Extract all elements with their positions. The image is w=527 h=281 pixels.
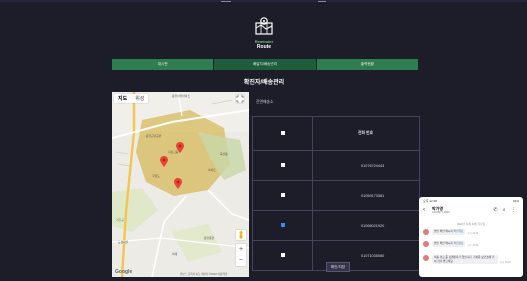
zoom-in-button[interactable]: + [236, 244, 246, 255]
tab-output[interactable]: 출력현황 [316, 59, 418, 70]
select-cell [252, 150, 313, 181]
contact-number: 010-8577-4020 [432, 211, 450, 214]
select-cell [252, 240, 313, 271]
map-label: 도성마을 [118, 240, 129, 244]
top-marker [318, 1, 326, 2]
map-label: 뫼재 [172, 252, 178, 256]
row-checkbox[interactable] [280, 163, 285, 167]
phone-screenshot: 오후 12:48 94% ‹ 박가영 010-8577-4020 ✆ ⌕ ⋮ 2… [419, 197, 523, 277]
table-row: 01059173381 [252, 180, 420, 211]
fullscreen-button[interactable] [236, 95, 244, 103]
map-label: 국향도 [152, 174, 160, 178]
chat-message: 범인 확인 메시지 확인완료 오후 12:43 [423, 229, 478, 235]
map-icon [253, 15, 275, 37]
logo[interactable]: Reminder Route [251, 15, 277, 53]
save-button[interactable]: 확인/저장 [326, 262, 350, 272]
avatar [423, 241, 429, 247]
map-type-tabs: 지도 위성 [114, 94, 149, 103]
main-nav: 대시판 배달지/배송관리 출력현황 [112, 59, 418, 70]
map-marker-icon[interactable] [160, 156, 168, 167]
message-text: 범인 확인 메시지 [434, 230, 454, 233]
phone-chat-header: ‹ 박가영 010-8577-4020 ✆ ⌕ ⋮ [423, 206, 519, 217]
fullscreen-icon [236, 95, 244, 103]
row-checkbox[interactable] [280, 193, 285, 197]
row-checkbox-checked[interactable] [280, 223, 285, 227]
message-link[interactable]: 확인완료 [454, 242, 464, 245]
table-row: 01076724443 [252, 150, 420, 181]
map-panel[interactable]: 용인마을아파트 지정고등 용인근린공원 국향도 아파트 죽전동 기흥구 도성마을… [112, 92, 249, 277]
header-select-cell [252, 116, 313, 151]
message-link[interactable]: 확인완료 [454, 230, 464, 233]
map-marker-icon[interactable] [176, 142, 184, 153]
phone-cell: 01059173381 [312, 180, 420, 211]
message-bubble: 범인 확인 메시지 확인완료 [432, 241, 466, 247]
content-panel: 진면배송소 전화 번호 01076724443 01059173381 0106… [252, 92, 420, 277]
map-label: 아파트 [208, 168, 216, 172]
map-label: 죽전동 [220, 152, 228, 156]
header-phone: 전화 번호 [312, 116, 420, 151]
select-cell [252, 180, 313, 211]
top-marker [221, 1, 231, 2]
map-tab-map[interactable]: 지도 [114, 94, 131, 103]
call-search-menu-icons[interactable]: ✆ ⌕ ⋮ [493, 207, 518, 213]
table-row: 01066021920 [252, 210, 420, 241]
map-label: 용인근린공원 [146, 134, 162, 138]
page-title: 확진자/배송관리 [243, 80, 285, 86]
chat-date: 2022년 11월 24일 목요일 [457, 223, 485, 226]
select-all-checkbox[interactable] [280, 131, 285, 135]
phone-time: 오후 12:48 [423, 199, 437, 203]
map-tab-satellite[interactable]: 위성 [131, 94, 148, 103]
phone-cell: 01076724443 [312, 150, 420, 181]
message-text: 범인 확인 메시지 [434, 242, 454, 245]
back-icon[interactable]: ‹ [423, 207, 425, 213]
map-label: 기흥구 [116, 218, 124, 222]
message-bubble: 이동 경로 중 감염환자가 있습니다. 가까운 보건소에 가서 검사 받으세요 [432, 255, 498, 265]
message-time: 오후 12:44 [467, 245, 479, 247]
select-cell [252, 210, 313, 241]
message-bubble: 범인 확인 메시지 확인완료 [432, 229, 466, 235]
street-view-button[interactable] [236, 230, 246, 240]
logo-line2: Route [256, 44, 272, 50]
pegman-icon [239, 231, 243, 239]
chat-message: 이동 경로 중 감염환자가 있습니다. 가까운 보건소에 가서 검사 받으세요 … [423, 255, 519, 265]
row-checkbox[interactable] [280, 253, 285, 257]
google-logo: Google [115, 269, 133, 275]
tab-delivery[interactable]: 배달지/배송관리 [214, 59, 317, 70]
table-header-row: 전화 번호 [252, 116, 420, 151]
phone-table: 전화 번호 01076724443 01059173381 0106602192… [252, 116, 420, 271]
map-attribution[interactable]: 키보드 단축키 지도 데이터 ©2022 이용약관 [180, 272, 227, 276]
message-time: 오후 12:43 [467, 233, 479, 235]
chat-message: 범인 확인 메시지 확인완료 오후 12:44 [423, 241, 478, 247]
avatar [423, 255, 429, 261]
phone-status-bar: 오후 12:48 94% [423, 199, 519, 203]
zoom-out-button[interactable]: − [236, 255, 246, 266]
map-label: 용인종합 [204, 236, 215, 240]
message-time: 오후 12:48 [500, 262, 511, 265]
tab-dashboard[interactable]: 대시판 [112, 59, 215, 70]
section-subhead: 진면배송소 [256, 100, 274, 104]
phone-battery: 94% [512, 199, 519, 203]
map-marker-icon[interactable] [174, 178, 182, 189]
zoom-controls: + − [236, 244, 246, 266]
avatar [423, 229, 429, 235]
map-label: 용인마을아파트 [172, 94, 191, 98]
top-bar [0, 0, 527, 2]
phone-cell: 01066021920 [312, 210, 420, 241]
